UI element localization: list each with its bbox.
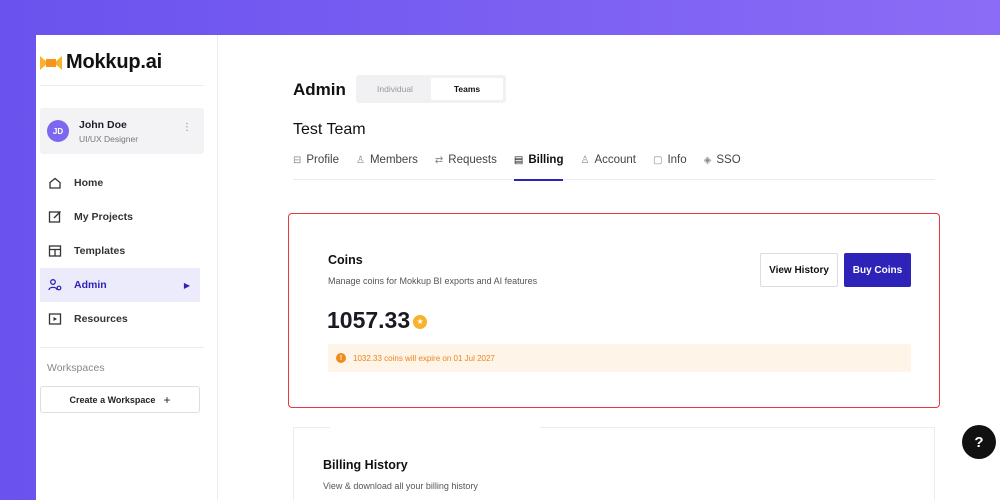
create-workspace-button[interactable]: Create a Workspace + [40, 386, 200, 413]
workspaces-heading: Workspaces [47, 362, 105, 374]
sidebar-item-admin[interactable]: Admin ▶ [40, 268, 200, 302]
sidebar-item-label: Home [74, 177, 104, 189]
create-workspace-label: Create a Workspace [69, 394, 156, 405]
sidebar-item-label: My Projects [74, 211, 133, 223]
sidebar-item-label: Templates [74, 245, 126, 257]
user-card[interactable]: JD John Doe UI/UX Designer ⋮ [40, 108, 204, 154]
tab-info[interactable]: ▢ Info [653, 154, 687, 180]
profile-icon: ⊟ [293, 155, 302, 166]
coin-icon: ★ [413, 314, 428, 329]
coins-amount: 1057.33 [327, 307, 411, 333]
billing-history-title: Billing History [323, 458, 408, 472]
info-icon: ▢ [653, 155, 663, 166]
toggle-individual[interactable]: Individual [359, 78, 431, 100]
logo-text: Mokkup.ai [66, 51, 162, 73]
templates-icon [48, 244, 62, 258]
coins-card: Coins Manage coins for Mokkup BI exports… [288, 213, 940, 408]
avatar: JD [47, 120, 69, 142]
coins-subtitle: Manage coins for Mokkup BI exports and A… [328, 276, 538, 286]
sidebar-item-home[interactable]: Home [40, 166, 200, 200]
account-icon: ♙ [580, 155, 590, 166]
sidebar-item-label: Resources [74, 313, 128, 325]
caret-right-icon: ▶ [183, 280, 190, 290]
tab-bar: ⊟ Profile ♙ Members ⇄ Requests ▤ Billing… [293, 154, 935, 181]
shield-icon: ◈ [703, 155, 712, 166]
view-history-button[interactable]: View History [760, 253, 838, 287]
sidebar: Mokkup.ai JD John Doe UI/UX Designer ⋮ H… [36, 35, 218, 500]
tab-label: SSO [716, 154, 741, 166]
tab-profile[interactable]: ⊟ Profile [293, 154, 339, 180]
help-button[interactable]: ? [962, 425, 996, 459]
user-role: UI/UX Designer [79, 133, 139, 144]
sidebar-item-templates[interactable]: Templates [40, 234, 200, 268]
tab-label: Profile [306, 154, 339, 166]
home-icon [48, 176, 62, 190]
toggle-teams[interactable]: Teams [431, 78, 503, 100]
plus-icon: + [163, 392, 171, 407]
tab-label: Requests [448, 154, 497, 166]
divider [40, 347, 204, 348]
coins-balance: 1057.33 ★ [327, 307, 428, 334]
admin-icon [48, 278, 62, 292]
expiry-notice: ! 1032.33 coins will expire on 01 Jul 20… [328, 344, 911, 372]
main-content: Admin Individual Teams Test Team ⊟ Profi… [218, 35, 1000, 500]
billing-icon: ▤ [513, 155, 524, 166]
tab-billing[interactable]: ▤ Billing [513, 154, 564, 181]
tab-account[interactable]: ♙ Account [580, 154, 636, 180]
tab-label: Members [369, 154, 418, 166]
tab-members[interactable]: ♙ Members [356, 154, 418, 180]
tab-requests[interactable]: ⇄ Requests [435, 154, 497, 180]
buy-coins-button[interactable]: Buy Coins [844, 253, 911, 287]
page-title: Admin [293, 80, 346, 99]
expiry-text: 1032.33 coins will expire on 01 Jul 2027 [353, 353, 495, 363]
edit-icon [48, 210, 62, 224]
sidebar-item-label: Admin [74, 279, 107, 291]
requests-icon: ⇄ [434, 155, 444, 166]
sidebar-item-my-projects[interactable]: My Projects [40, 200, 200, 234]
scope-toggle: Individual Teams [356, 75, 506, 103]
tab-label: Billing [528, 154, 564, 166]
logo[interactable]: Mokkup.ai [40, 51, 162, 74]
billing-history-subtitle: View & download all your billing history [323, 481, 478, 491]
tab-label: Info [667, 154, 687, 166]
billing-history-card: Billing History View & download all your… [293, 427, 935, 500]
tab-sso[interactable]: ◈ SSO [704, 154, 741, 180]
tab-label: Account [594, 154, 637, 166]
more-options-icon[interactable]: ⋮ [182, 123, 192, 133]
coins-title: Coins [328, 253, 363, 267]
divider [40, 85, 204, 86]
team-name: Test Team [293, 121, 366, 138]
user-name: John Doe [79, 118, 127, 131]
app-window: Mokkup.ai JD John Doe UI/UX Designer ⋮ H… [36, 35, 1000, 500]
mokkup-logo-icon [40, 55, 62, 70]
sidebar-item-resources[interactable]: Resources [40, 302, 200, 336]
play-box-icon [48, 312, 62, 326]
sidebar-nav: Home My Projects Templates Admin ▶ Resou… [40, 166, 200, 336]
warning-icon: ! [336, 353, 346, 363]
members-icon: ♙ [356, 155, 365, 166]
